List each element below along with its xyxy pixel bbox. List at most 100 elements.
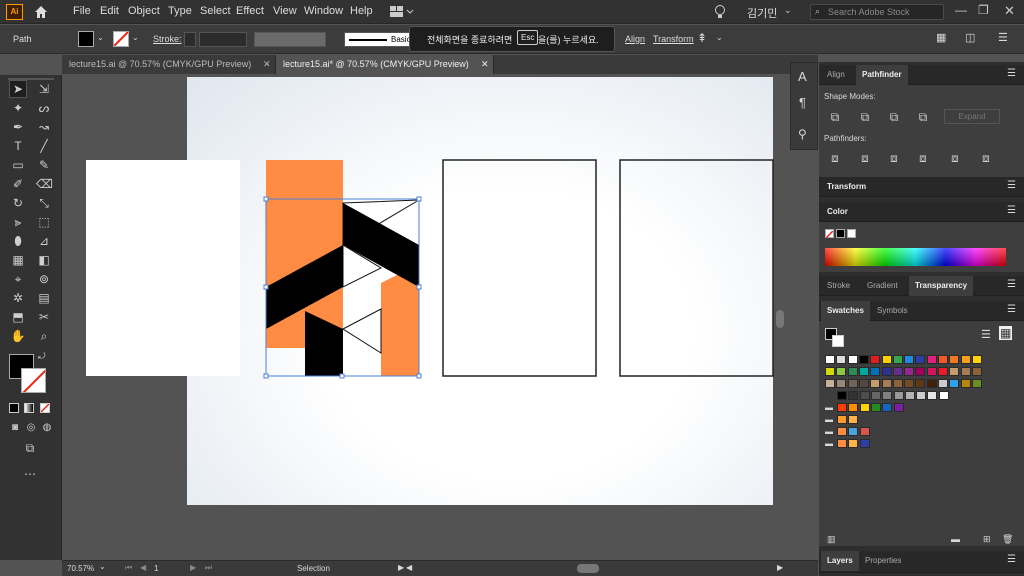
color-mode-icon[interactable] bbox=[9, 403, 19, 413]
shape-builder-icon[interactable]: ⬮ bbox=[10, 233, 26, 249]
transform-options-icon[interactable]: ⇞ bbox=[697, 31, 707, 45]
color-swatch[interactable] bbox=[859, 391, 870, 400]
swatch-folder-icon[interactable]: ▬ bbox=[825, 403, 833, 412]
swatch-folder-icon[interactable]: ▬ bbox=[825, 439, 833, 448]
color-swatch[interactable] bbox=[837, 415, 847, 424]
color-swatch[interactable] bbox=[892, 367, 903, 376]
color-swatch[interactable] bbox=[870, 355, 881, 364]
selection-handle[interactable] bbox=[416, 373, 422, 379]
lasso-icon[interactable]: ᔕ bbox=[36, 100, 52, 116]
fill-swatch[interactable] bbox=[78, 31, 94, 47]
color-swatch[interactable] bbox=[916, 391, 927, 400]
grid-view-icon[interactable]: ▦ bbox=[999, 326, 1013, 340]
type-icon[interactable]: T bbox=[10, 138, 26, 154]
outline-icon[interactable]: ⧈ bbox=[947, 150, 963, 166]
recolor-icon[interactable]: ◫ bbox=[965, 31, 975, 44]
selection-icon[interactable]: ➤ bbox=[9, 80, 27, 98]
color-swatch[interactable] bbox=[847, 355, 858, 364]
tab-layers[interactable]: Layers bbox=[821, 551, 859, 571]
color-swatch[interactable] bbox=[971, 355, 982, 364]
tab-symbols[interactable]: Symbols bbox=[871, 301, 914, 321]
color-swatch[interactable] bbox=[859, 427, 870, 436]
minus-front-icon[interactable]: ⧉ bbox=[857, 109, 873, 125]
color-swatch[interactable] bbox=[938, 367, 948, 376]
close-icon[interactable]: ✕ bbox=[481, 55, 489, 74]
paintbrush-icon[interactable]: ✎ bbox=[36, 157, 52, 173]
color-swatch[interactable] bbox=[870, 403, 881, 412]
free-transform-icon[interactable]: ⬚ bbox=[36, 214, 52, 230]
panel-menu-icon[interactable]: ☰ bbox=[1007, 554, 1016, 565]
none-swatch[interactable] bbox=[825, 229, 834, 239]
chevron-down-icon[interactable]: ⌄ bbox=[132, 33, 139, 42]
color-swatch[interactable] bbox=[949, 379, 960, 388]
workspace-layout-icon[interactable] bbox=[390, 5, 414, 19]
tab-gradient[interactable]: Gradient bbox=[861, 276, 904, 296]
artboard-number[interactable]: 1 bbox=[154, 564, 158, 573]
artboard-icon[interactable]: ⬒ bbox=[10, 309, 26, 325]
lightbulb-icon[interactable] bbox=[714, 4, 726, 20]
gradient-icon[interactable]: ◧ bbox=[36, 252, 52, 268]
color-swatch[interactable] bbox=[870, 367, 881, 376]
tab-properties[interactable]: Properties bbox=[859, 551, 907, 571]
menu-file[interactable]: File bbox=[73, 5, 91, 17]
toolbar-grip[interactable] bbox=[8, 78, 54, 80]
stroke-color-box[interactable] bbox=[21, 368, 46, 393]
symbol-sprayer-icon[interactable]: ✲ bbox=[10, 290, 26, 306]
color-swatch[interactable] bbox=[904, 355, 915, 364]
perspective-icon[interactable]: ⊿ bbox=[36, 233, 52, 249]
color-panel-header[interactable]: Color ☰ bbox=[819, 202, 1024, 222]
color-swatch[interactable] bbox=[949, 367, 960, 376]
color-swatch[interactable] bbox=[825, 379, 835, 388]
status-menu-icon[interactable]: ▶ bbox=[398, 563, 404, 572]
color-swatch[interactable] bbox=[893, 403, 904, 412]
zoom-icon[interactable]: ⌕ bbox=[36, 328, 52, 344]
color-swatch[interactable] bbox=[960, 355, 971, 364]
puppet-warp-icon[interactable]: ⚲ bbox=[798, 127, 807, 141]
panel-menu-icon[interactable]: ☰ bbox=[998, 31, 1008, 44]
restore-icon[interactable]: ❐ bbox=[978, 3, 989, 17]
color-swatch[interactable] bbox=[938, 391, 949, 400]
next-artboard-icon[interactable]: ▶ bbox=[190, 563, 196, 572]
pen-icon[interactable]: ✒ bbox=[10, 119, 26, 135]
divide-icon[interactable]: ⧈ bbox=[827, 150, 843, 166]
color-spectrum[interactable] bbox=[825, 248, 1006, 266]
exclude-icon[interactable]: ⧉ bbox=[915, 109, 931, 125]
rotate-icon[interactable]: ↻ bbox=[10, 195, 26, 211]
color-swatch[interactable] bbox=[882, 391, 893, 400]
color-swatch[interactable] bbox=[904, 391, 915, 400]
menu-object[interactable]: Object bbox=[128, 5, 160, 17]
color-swatch[interactable] bbox=[971, 379, 982, 388]
tab-pathfinder[interactable]: Pathfinder bbox=[856, 65, 908, 85]
color-swatch[interactable] bbox=[848, 403, 859, 412]
merge-icon[interactable]: ⧈ bbox=[886, 150, 902, 166]
panel-menu-icon[interactable]: ☰ bbox=[1007, 180, 1016, 191]
color-swatch[interactable] bbox=[949, 355, 960, 364]
none-mode-icon[interactable] bbox=[40, 403, 50, 413]
crop-icon[interactable]: ⧈ bbox=[915, 150, 931, 166]
previous-artboard-icon[interactable]: ◀ bbox=[140, 563, 146, 572]
color-swatch[interactable] bbox=[870, 391, 881, 400]
artboard-3-outline[interactable] bbox=[442, 159, 597, 377]
color-swatch[interactable] bbox=[960, 367, 971, 376]
color-swatch[interactable] bbox=[960, 379, 971, 388]
menu-help[interactable]: Help bbox=[350, 5, 373, 17]
color-swatch[interactable] bbox=[825, 355, 835, 364]
color-swatch[interactable] bbox=[971, 367, 982, 376]
stroke-label[interactable]: Stroke: bbox=[153, 34, 182, 44]
scale-icon[interactable]: ⤡ bbox=[36, 195, 52, 211]
white-swatch[interactable] bbox=[847, 229, 856, 238]
color-swatch[interactable] bbox=[848, 415, 859, 424]
minimize-icon[interactable]: — bbox=[955, 3, 967, 17]
chevron-down-icon[interactable]: ⌄ bbox=[99, 562, 106, 571]
draw-behind-icon[interactable]: ◎ bbox=[23, 420, 39, 436]
scroll-right-icon[interactable]: ▶ bbox=[777, 563, 783, 572]
transform-link[interactable]: Transform bbox=[653, 34, 694, 44]
paragraph-icon[interactable]: ¶ bbox=[799, 95, 806, 110]
tab-align[interactable]: Align bbox=[821, 65, 851, 85]
selection-handle[interactable] bbox=[263, 196, 269, 202]
draw-normal-icon[interactable]: ◙ bbox=[7, 420, 23, 436]
character-icon[interactable]: A bbox=[798, 69, 807, 84]
menu-select[interactable]: Select bbox=[200, 5, 231, 17]
color-swatch[interactable] bbox=[938, 355, 948, 364]
color-swatch[interactable] bbox=[837, 391, 847, 400]
